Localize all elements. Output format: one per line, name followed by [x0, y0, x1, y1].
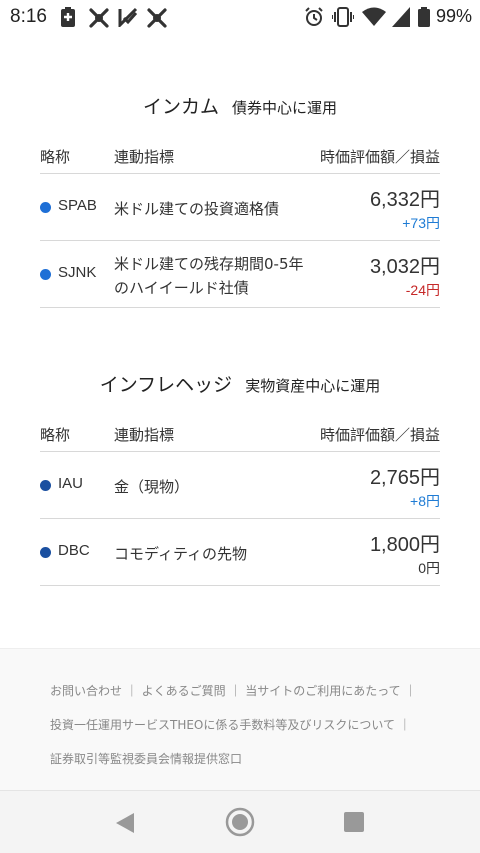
market-value: 6,332円: [369, 189, 440, 211]
market-value: 2,765円: [369, 467, 440, 489]
section-title-main: インフレヘッジ: [99, 374, 233, 396]
section-title: インカム 債券中心に運用: [40, 92, 440, 119]
section-title-main: インカム: [142, 96, 219, 118]
footer-links-row-1[interactable]: お問い合わせ ｜ よくあるご質問 ｜ 当サイトのご利用にあたって ｜: [50, 682, 416, 699]
market-value: 1,800円: [369, 534, 440, 556]
wifi-icon: [362, 7, 386, 26]
battery-plus-icon: [61, 7, 75, 27]
signal-icon: [392, 7, 410, 27]
profit-loss: 0円: [418, 560, 440, 576]
header-value: 時価評価額／損益: [319, 426, 440, 444]
app-notification-icon: [89, 8, 109, 28]
color-dot-icon: [40, 547, 51, 558]
ticker: SPAB: [58, 197, 97, 214]
table-row: SPAB 米ドル建ての投資適格債 6,332円 +73円: [40, 174, 440, 241]
inflation-hedge-section: インフレヘッジ 実物資産中心に運用 略称 連動指標 時価評価額／損益 IAU 金…: [40, 370, 440, 586]
back-icon[interactable]: [114, 811, 136, 835]
app-notification-icon-2: [147, 8, 167, 28]
header-value: 時価評価額／損益: [319, 148, 440, 166]
profit-loss: +73円: [402, 215, 440, 231]
footer-links-row-3[interactable]: 証券取引等監視委員会情報提供窓口: [50, 750, 242, 767]
header-abbr: 略称: [40, 148, 71, 166]
ticker: IAU: [58, 475, 84, 492]
ticker: DBC: [58, 542, 90, 559]
ticker: SJNK: [58, 264, 97, 281]
header-index: 連動指標: [114, 148, 175, 166]
status-time: 8:16: [10, 6, 47, 27]
battery-icon: [418, 7, 430, 27]
table-header: 略称 連動指標 時価評価額／損益: [40, 134, 440, 174]
table-row: IAU 金（現物） 2,765円 +8円: [40, 452, 440, 519]
table-header: 略称 連動指標 時価評価額／損益: [40, 412, 440, 452]
index-name: 金（現物）: [114, 478, 190, 496]
header-abbr: 略称: [40, 426, 71, 444]
color-dot-icon: [40, 269, 51, 280]
color-dot-icon: [40, 480, 51, 491]
color-dot-icon: [40, 202, 51, 213]
index-name: 米ドル建ての残存期間0-5年のハイイールド社債: [114, 255, 304, 297]
recents-icon[interactable]: [344, 812, 364, 832]
footer-links-row-2[interactable]: 投資一任運用サービスTHEOに係る手数料等及びリスクについて ｜: [50, 716, 411, 733]
section-subtitle: 実物資産中心に運用: [245, 377, 381, 395]
index-name: コモディティの先物: [114, 545, 248, 563]
home-icon[interactable]: [225, 807, 255, 837]
vibrate-icon: [332, 7, 354, 27]
profit-loss: +8円: [410, 493, 440, 509]
index-name: 米ドル建ての投資適格債: [114, 200, 280, 218]
status-bar: 8:16 99%: [0, 0, 480, 34]
market-value: 3,032円: [369, 256, 440, 278]
alarm-icon: [305, 7, 323, 26]
header-index: 連動指標: [114, 426, 175, 444]
table-row: DBC コモディティの先物 1,800円 0円: [40, 519, 440, 586]
footer: お問い合わせ ｜ よくあるご質問 ｜ 当サイトのご利用にあたって ｜ 投資一任運…: [0, 648, 480, 790]
section-title: インフレヘッジ 実物資産中心に運用: [40, 370, 440, 397]
navigation-bar: [0, 790, 480, 853]
battery-percent: 99%: [435, 6, 472, 26]
table-row: SJNK 米ドル建ての残存期間0-5年のハイイールド社債 3,032円 -24円: [40, 241, 440, 308]
section-subtitle: 債券中心に運用: [232, 99, 338, 117]
profit-loss: -24円: [405, 282, 440, 298]
income-section: インカム 債券中心に運用 略称 連動指標 時価評価額／損益 SPAB 米ドル建て…: [40, 92, 440, 308]
check-notification-icon: [118, 7, 138, 27]
